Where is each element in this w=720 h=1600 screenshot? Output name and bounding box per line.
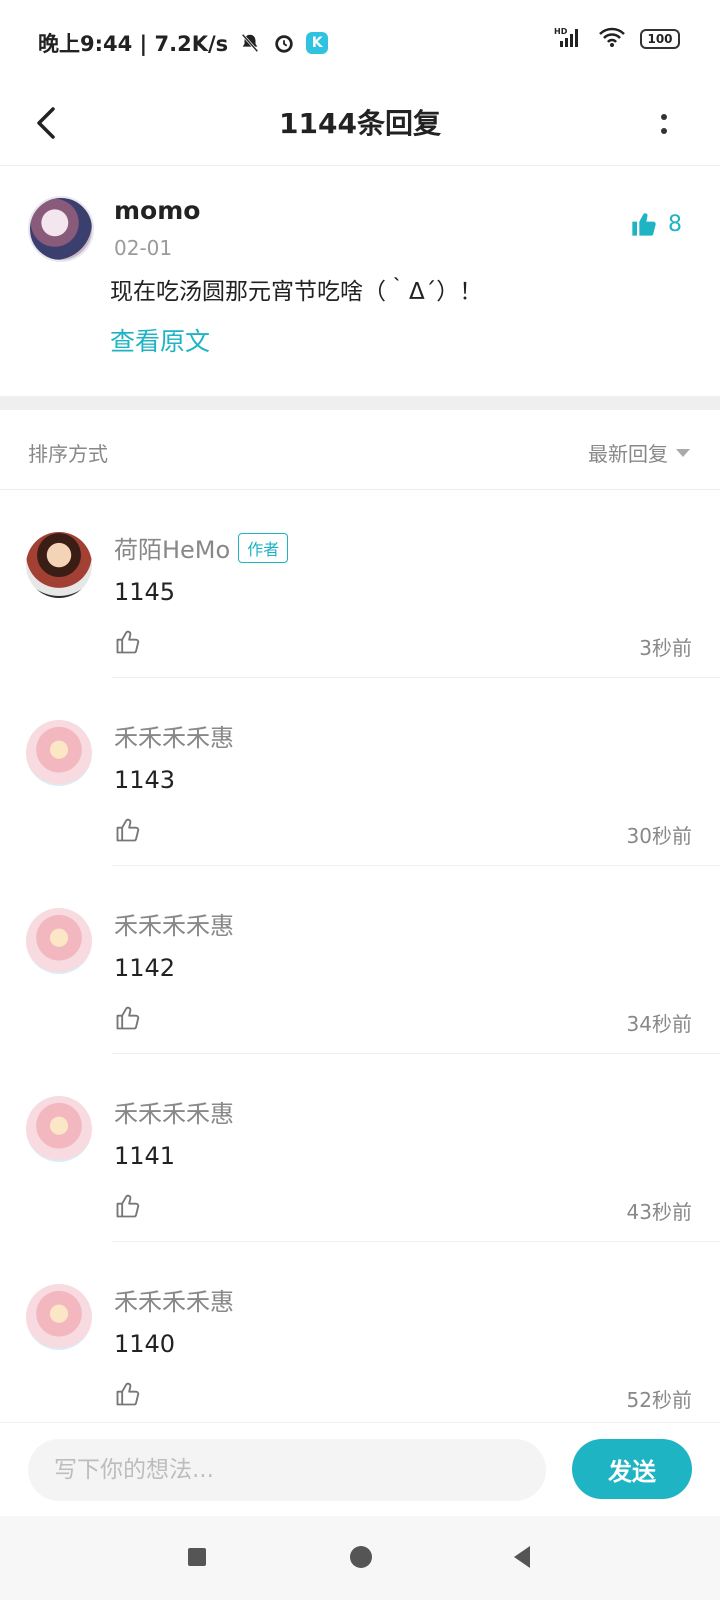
reply-author-name: 禾禾禾禾惠 xyxy=(114,1288,234,1316)
reply-author-avatar[interactable] xyxy=(26,908,92,974)
signal-icon: HD xyxy=(554,26,584,52)
page-title: 1144条回复 xyxy=(279,107,441,140)
comment-input[interactable] xyxy=(28,1439,546,1501)
system-back-icon[interactable] xyxy=(514,1546,530,1568)
caret-down-icon xyxy=(676,448,690,457)
reply-time: 30秒前 xyxy=(626,824,692,848)
more-dot-icon xyxy=(661,128,667,134)
reply-time: 3秒前 xyxy=(639,636,692,660)
reply-author[interactable]: 禾禾禾禾惠 xyxy=(114,1282,234,1317)
top-header: 1144条回复 xyxy=(0,80,720,166)
thumb-up-outline-icon[interactable] xyxy=(114,628,142,656)
sort-dropdown[interactable]: 最新回复 xyxy=(588,438,690,467)
wifi-icon xyxy=(598,26,626,52)
recent-apps-icon[interactable] xyxy=(188,1548,206,1566)
sort-row: 排序方式 最新回复 xyxy=(0,410,720,490)
reply-text: 1142 xyxy=(114,954,176,982)
thumb-up-icon xyxy=(632,213,656,236)
reply-time: 52秒前 xyxy=(626,1388,692,1412)
sort-selected-value: 最新回复 xyxy=(588,442,668,466)
system-nav-bar xyxy=(0,1516,720,1600)
sort-label: 排序方式 xyxy=(28,442,108,466)
reply-author-avatar[interactable] xyxy=(26,720,92,786)
reply-author-name: 禾禾禾禾惠 xyxy=(114,724,234,752)
reply-author[interactable]: 禾禾禾禾惠 xyxy=(114,718,234,753)
thumb-up-outline-icon[interactable] xyxy=(114,1192,142,1220)
reply-author-avatar[interactable] xyxy=(26,532,92,598)
post-author-avatar[interactable] xyxy=(28,196,94,262)
reply-time: 43秒前 xyxy=(626,1200,692,1224)
reply-item: 禾禾禾禾惠 1143 30秒前 xyxy=(0,678,720,866)
reply-author[interactable]: 荷陌HeMo 作者 xyxy=(114,530,289,565)
reply-item: 禾禾禾禾惠 1141 43秒前 xyxy=(0,1054,720,1242)
reply-text: 1145 xyxy=(114,578,176,606)
post-like-button[interactable]: 8 xyxy=(630,210,682,238)
view-original-link[interactable]: 查看原文 xyxy=(110,322,210,358)
reply-text: 1143 xyxy=(114,766,176,794)
more-dot-icon xyxy=(661,114,667,120)
reply-author-name: 荷陌HeMo xyxy=(114,536,231,564)
reply-time: 34秒前 xyxy=(626,1012,692,1036)
svg-text:HD: HD xyxy=(554,27,568,36)
reply-item: 禾禾禾禾惠 1142 34秒前 xyxy=(0,866,720,1054)
post-date: 02-01 xyxy=(114,236,173,260)
status-left: 晚上9:44 | 7.2K/s K xyxy=(38,28,329,58)
reply-text: 1140 xyxy=(114,1330,176,1358)
reply-text: 1141 xyxy=(114,1142,176,1170)
more-options-button[interactable] xyxy=(652,102,676,146)
reply-author-avatar[interactable] xyxy=(26,1284,92,1350)
reply-item: 荷陌HeMo 作者 1145 3秒前 xyxy=(0,490,720,678)
post-content: 现在吃汤圆那元宵节吃啥（｀Δ´）！ xyxy=(110,279,483,305)
original-post: momo 02-01 8 现在吃汤圆那元宵节吃啥（｀Δ´）！ 查看原文 xyxy=(0,166,720,394)
mute-bell-icon xyxy=(238,31,262,55)
alarm-icon xyxy=(272,31,296,55)
send-button[interactable]: 发送 xyxy=(572,1439,692,1499)
reply-item: 禾禾禾禾惠 1140 52秒前 xyxy=(0,1242,720,1430)
status-right: HD 100 xyxy=(554,26,680,52)
thumb-up-outline-icon[interactable] xyxy=(114,1004,142,1032)
reply-author[interactable]: 禾禾禾禾惠 xyxy=(114,906,234,941)
comment-input-bar: 发送 xyxy=(0,1422,720,1516)
reply-author-name: 禾禾禾禾惠 xyxy=(114,1100,234,1128)
app-k-icon: K xyxy=(306,32,329,54)
post-like-count: 8 xyxy=(668,211,682,237)
post-author-name[interactable]: momo xyxy=(114,196,200,225)
status-time-speed: 晚上9:44 | 7.2K/s xyxy=(38,32,229,56)
home-icon[interactable] xyxy=(350,1546,372,1568)
reply-author-avatar[interactable] xyxy=(26,1096,92,1162)
thumb-up-outline-icon[interactable] xyxy=(114,1380,142,1408)
author-badge: 作者 xyxy=(238,532,289,563)
reply-author[interactable]: 禾禾禾禾惠 xyxy=(114,1094,234,1129)
reply-author-name: 禾禾禾禾惠 xyxy=(114,912,234,940)
status-bar: 晚上9:44 | 7.2K/s K HD 100 xyxy=(0,0,720,80)
battery-icon: 100 xyxy=(640,29,680,49)
section-separator xyxy=(0,396,720,410)
thumb-up-outline-icon[interactable] xyxy=(114,816,142,844)
